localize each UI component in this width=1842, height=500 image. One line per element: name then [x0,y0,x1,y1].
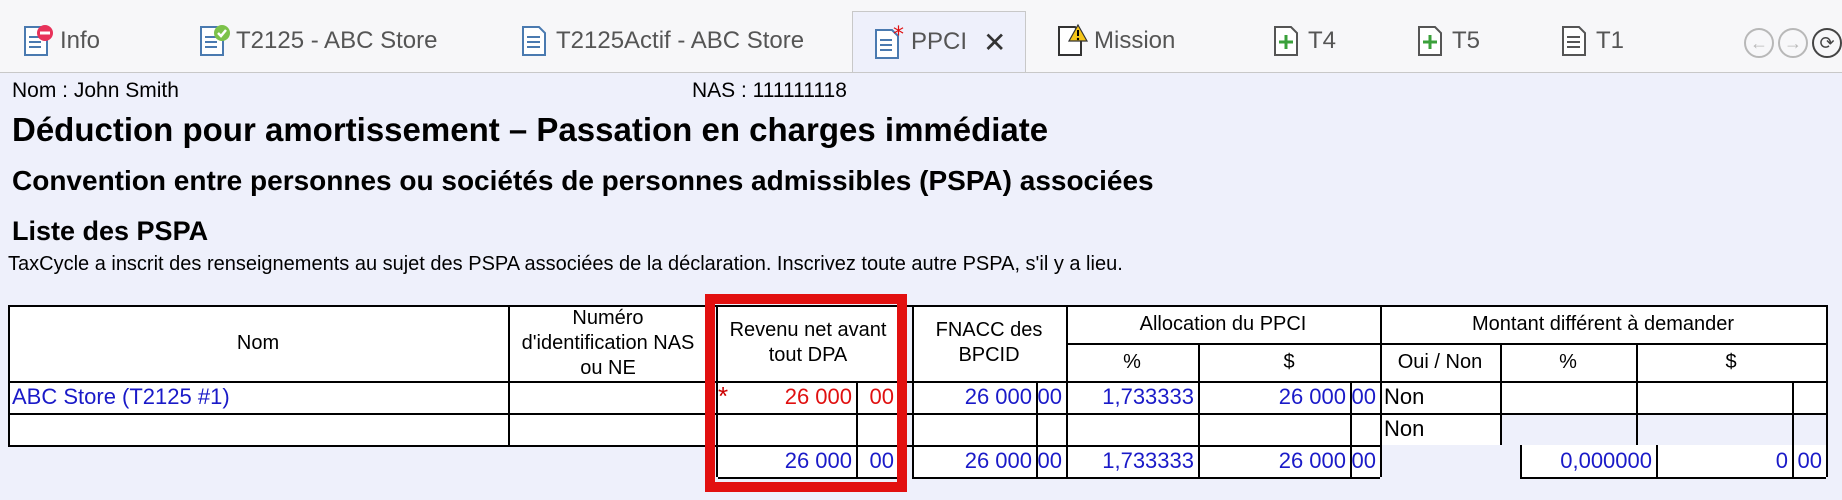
highlight-box [705,294,907,492]
total-fnacc-cents: 00 [1036,445,1066,477]
document-warning-icon [1056,23,1090,59]
col-header-alloc-dollar: $ [1198,343,1380,381]
total-fnacc-dollars: 26 000 [912,445,1036,477]
document-asterisk-icon: * [873,23,907,60]
total-alloc-cents: 00 [1350,445,1380,477]
tab-label: T2125 - ABC Store [236,27,438,54]
grid-line [1636,343,1638,445]
tab-t1[interactable]: T1 [1558,10,1624,72]
tab-t4[interactable]: T4 [1270,10,1336,72]
grid-line [508,305,510,445]
col-header-fnacc: FNACC des BPCID [912,305,1066,381]
total-mont-pct: 0,000000 [1520,445,1656,477]
tab-bar: Info T2125 - ABC Store T2125Actif - ABC … [0,0,1842,73]
col-header-mont-dollar: $ [1636,343,1826,381]
tab-t5[interactable]: T5 [1414,10,1480,72]
document-check-icon [198,23,232,59]
col-header-montant: Montant différent à demander [1380,305,1826,343]
close-icon[interactable]: ✕ [983,26,1006,59]
grid-line [1500,343,1502,445]
row2-alloc-dollars[interactable] [1198,413,1350,445]
row2-numero[interactable] [508,413,708,445]
arrow-right-icon[interactable]: → [1778,28,1808,58]
grid-line [912,305,914,477]
row1-alloc-pct[interactable]: 1,733333 [1066,381,1198,413]
row1-nom[interactable]: ABC Store (T2125 #1) [8,381,508,413]
row2-alloc-pct[interactable] [1066,413,1198,445]
arrow-left-icon[interactable]: ← [1744,28,1774,58]
section-title: Liste des PSPA [12,216,209,246]
svg-text:*: * [893,24,904,48]
instruction-note: TaxCycle a inscrit des renseignements au… [8,253,1123,275]
tab-label: Info [60,27,101,54]
grid-line [8,305,10,445]
row1-fnacc-cents[interactable]: 00 [1036,381,1066,413]
tab-label: T4 [1308,27,1337,54]
document-icon [1558,23,1592,59]
row2-fnacc-dollars[interactable] [912,413,1036,445]
row1-mont-dollars[interactable] [1636,381,1792,413]
tab-label: T1 [1596,27,1625,54]
grid-line [8,305,1826,307]
row1-oui-non[interactable]: Non [1380,381,1500,413]
tab-label: T5 [1452,27,1481,54]
col-header-nom: Nom [8,305,508,381]
grid-line [1198,343,1200,477]
grid-line [1520,445,1522,477]
total-mont-cents: 00 [1792,445,1826,477]
document-plus-icon [1414,23,1448,59]
row2-alloc-cents[interactable] [1350,413,1380,445]
grid-line [1066,305,1068,477]
grid-line [1350,381,1352,477]
col-header-mont-pct: % [1500,343,1636,381]
row2-oui-non[interactable]: Non [1380,413,1500,445]
col-header-alloc-pct: % [1066,343,1198,381]
grid-line [912,477,1380,479]
grid-line [1792,381,1794,477]
page-subtitle: Convention entre personnes ou sociétés d… [12,165,1154,196]
page-title: Déduction pour amortissement – Passation… [12,111,1049,148]
tab-label: PPCI [911,28,968,55]
tab-mission[interactable]: Mission [1056,10,1175,72]
grid-line [8,413,1826,415]
tab-ppci[interactable]: * PPCI ✕ [852,11,1026,72]
row1-alloc-cents[interactable]: 00 [1350,381,1380,413]
total-alloc-dollars: 26 000 [1198,445,1350,477]
tab-label: T2125Actif - ABC Store [556,27,805,54]
row1-mont-cents[interactable] [1792,381,1826,413]
row1-mont-pct[interactable] [1500,381,1636,413]
tab-t2125actif[interactable]: T2125Actif - ABC Store [518,10,804,72]
col-header-oui-non: Oui / Non [1380,343,1500,381]
grid-line [8,381,1826,383]
grid-line [1066,343,1380,345]
col-header-numero: Numéro d'identification NAS ou NE [508,305,708,381]
refresh-icon[interactable]: ⟳ [1812,28,1842,58]
grid-line [8,445,1380,447]
row1-alloc-dollars[interactable]: 26 000 [1198,381,1350,413]
tab-navigation: ← → ⟳ [1744,28,1842,58]
document-plus-icon [1270,23,1304,59]
col-header-allocation: Allocation du PPCI [1066,305,1380,343]
document-minus-icon [22,23,56,59]
pspa-table: Nom Numéro d'identification NAS ou NE Re… [8,305,1828,479]
grid-line [1826,305,1828,477]
taxpayer-name: Nom : John Smith [12,79,179,102]
form-content: Nom : John Smith NAS : 111111118 Déducti… [0,73,1842,500]
grid-line [1656,445,1658,477]
tab-t2125[interactable]: T2125 - ABC Store [198,10,437,72]
row2-fnacc-cents[interactable] [1036,413,1066,445]
row1-fnacc-dollars[interactable]: 26 000 [912,381,1036,413]
grid-line [1520,477,1826,479]
taxpayer-nas: NAS : 111111118 [692,79,847,102]
row1-numero[interactable] [508,381,708,413]
document-icon [518,23,552,59]
grid-line [1380,305,1382,477]
tab-label: Mission [1094,27,1176,54]
tab-info[interactable]: Info [22,10,100,72]
grid-line [1036,381,1038,477]
total-mont-dollars: 0 [1656,445,1792,477]
total-alloc-pct: 1,733333 [1066,445,1198,477]
row2-nom[interactable] [8,413,508,445]
grid-line [1380,343,1826,345]
